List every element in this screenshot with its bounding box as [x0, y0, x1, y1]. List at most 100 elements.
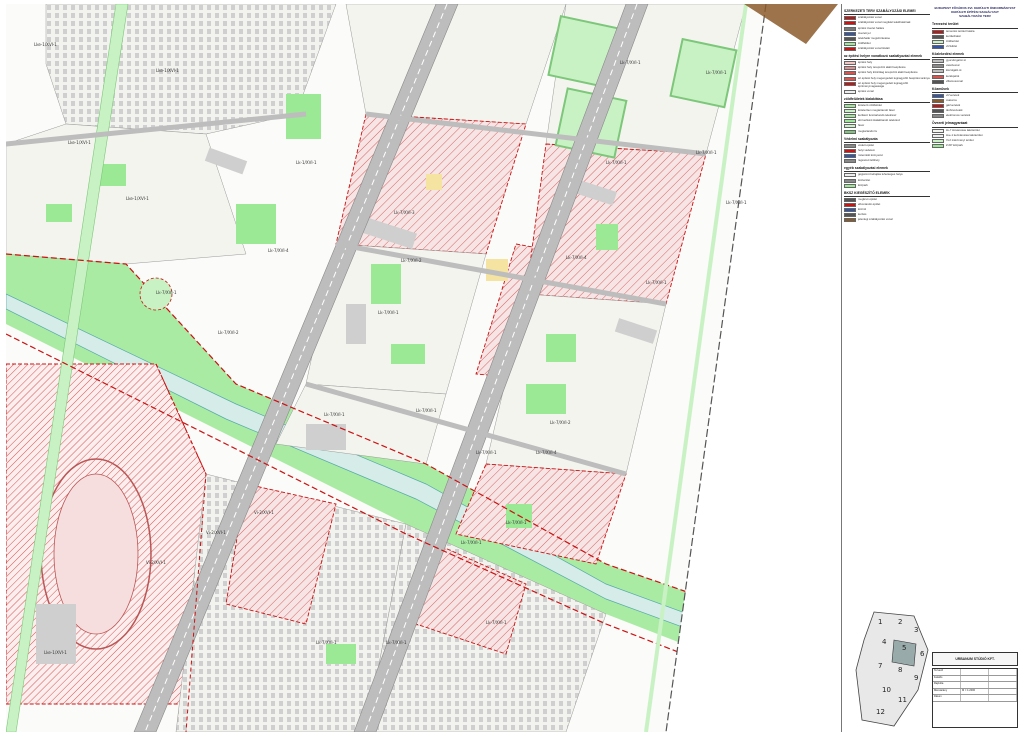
legend-label: építési hely terepszint alatti beépítésr… [858, 66, 906, 70]
legend-label: védett épület [858, 143, 875, 147]
parcel-code-label: Lk-7/XVI-1 [156, 290, 177, 295]
parcel-code-label: Lk-7/XVI-1 [506, 520, 527, 525]
stamp-cell: M = 1:2000 [961, 688, 989, 694]
legend-item: régészeti lelőhely [844, 159, 930, 164]
parcel-code-label: Lk-7/XVI-2 [401, 258, 422, 263]
legend-swatch [932, 29, 944, 34]
parcel-code-label: Vi-2/XVI-1 [206, 530, 226, 535]
legend-column-left: SZERKEZETI TERV SZABÁLYOZÁSI ELEMEI szabá… [844, 6, 930, 223]
legend-item: vasútvonal [932, 64, 1018, 69]
legend-swatch [844, 66, 856, 71]
parcel-code-label: Lk-7/XVI-4 [536, 450, 557, 455]
legend-item: vízfelület [932, 44, 1018, 49]
legend-label: vízfelület [946, 44, 958, 48]
legend-label: szabályozási vonal távlati [858, 46, 890, 50]
index-sheet-number: 7 [878, 662, 882, 670]
legend-swatch [932, 133, 944, 138]
legend-label: helyi védelem [858, 148, 876, 152]
parcel-code-label: Lk-7/XVI-1 [696, 150, 717, 155]
plan-sheet: Lke-1/XVI-1 Lke-1/XVI-1 Lk-1/XVI-1 Lk-7/XVI… [0, 0, 1024, 737]
parcel-code-label: Lk-7/XVI-1 [726, 200, 747, 205]
legend-item: közmű [844, 208, 930, 213]
legend-item: fasor [844, 124, 930, 129]
legend-label: építési hely [858, 61, 873, 65]
legend-swatch [932, 128, 944, 133]
legend-item: közpark [844, 183, 930, 188]
legend-item: meglévő épület [844, 198, 930, 202]
legend-label: fasor [858, 124, 865, 128]
legend-item: tervezési terület határa [932, 29, 1018, 34]
stamp-cell [989, 669, 1017, 675]
legend-swatch [844, 31, 856, 36]
legend-label: meglévő épület [858, 198, 877, 201]
stamp-cell [961, 675, 989, 681]
legend-label: kiszolgáló út [946, 69, 962, 73]
parcel-code-label: Lk-7/XVI-4 [268, 248, 289, 253]
legend-label: elő kertként kialakítandó telekrész [858, 119, 901, 123]
legend-item: kötelezően megtartandó fasor [844, 109, 930, 114]
stamp-cell [989, 695, 1017, 701]
legend-item: vízvezeték [932, 93, 1018, 98]
legend-swatch [844, 159, 856, 164]
index-sheet-number: 4 [882, 638, 887, 646]
legend-swatch [932, 99, 944, 104]
legend-label: gázvezeték [946, 104, 961, 108]
legend-swatch [844, 114, 856, 119]
legend-swatch [844, 208, 856, 213]
legend-label: közpark [858, 183, 868, 187]
legend-swatch [844, 21, 856, 26]
legend-item: övezeti jel [844, 31, 930, 36]
legend-item: kerékpárút [932, 74, 1018, 79]
zoning-map[interactable]: Lke-1/XVI-1 Lke-1/XVI-1 Lk-1/XVI-1 Lk-7/XVI… [6, 4, 838, 732]
legend-swatch [844, 129, 856, 134]
legend-column-right: BUDAPEST FŐVÁROS XVI. KERÜLETI ÖNKORMÁNY… [932, 6, 1018, 149]
legend-label: szabályozási vonal megfelel telekhatárna… [858, 21, 911, 25]
legend-item: villamosvonal [932, 79, 1018, 84]
legend-item: zöldterület [932, 39, 1018, 44]
company-logo: URBANUM STÚDIÓ KFT. [932, 652, 1018, 666]
stamp-cell [961, 695, 989, 701]
legend-label: gépjármű behajtás lehetséges helye [858, 173, 903, 177]
legend-swatch [844, 76, 856, 81]
legend-swatch [844, 154, 856, 159]
legend-label: vasútvonal [946, 64, 960, 68]
legend-swatch [932, 74, 944, 79]
legend-group-heading: Közlekedési elemek [932, 51, 1018, 59]
index-sheet-number: 10 [882, 686, 891, 694]
title-stamp: Tervező Felelős Rajzolta Méretarány M = 1:20… [932, 668, 1018, 728]
legend-item: telekhatár megszüntetése [844, 36, 930, 41]
legend-item: elektromos vezeték [932, 114, 1018, 119]
legend-label: kötelező zöldfelület [858, 104, 882, 108]
parcel-code-label: Lke-1/XVI-1 [34, 42, 57, 47]
legend-label: régészeti lelőhely [858, 159, 880, 163]
legend-item: gyorsforgalmi út [932, 59, 1018, 64]
legend-item: kerülethatár [932, 34, 1018, 39]
legend-swatch [844, 109, 856, 114]
parcel-code-label: Lk-7/XVI-1 [386, 640, 407, 645]
parcel-code-label: Vi-2/XVI-1 [146, 560, 166, 565]
legend-group-heading: BKSZ KIEGÉSZÍTŐ ELEMEK [844, 190, 930, 197]
legend-swatch [844, 61, 856, 66]
legend-label: Vi-2 intézményi terület [946, 138, 974, 142]
legend-item: elő kertként kialakítandó telekrész [844, 119, 930, 124]
legend-item: építési hely [844, 61, 930, 66]
legend-label: Z-KP közpark [946, 143, 963, 147]
index-sheet-number: 3 [914, 626, 918, 634]
legend-item: kötelező zöldfelület [844, 104, 930, 109]
legend-label: kertként fenntartandó telekrész [858, 114, 897, 118]
legend-group-heading: Tervezési terület [932, 21, 1018, 29]
legend-label: távhővezeték [946, 109, 963, 113]
zoning-map-canvas[interactable]: Lke-1/XVI-1 Lke-1/XVI-1 Lk-1/XVI-1 Lk-7/XVI… [6, 4, 838, 732]
parcel-code-label: Lk-7/XVI-1 [378, 310, 399, 315]
legend-right-items: Tervezési terület tervezési terület határ… [932, 21, 1018, 148]
stamp-cell: Felelős [933, 675, 961, 681]
legend-label: az építési hely megengedett legnagyobb b… [858, 76, 930, 80]
legend-group-heading: az építési helyre vonatkozó szabályozási… [844, 53, 930, 61]
legend-label: elbontandó épület [858, 203, 881, 207]
legend-item: Lk-7 kisvárosias lakóterület [932, 128, 1018, 133]
legend-swatch [932, 79, 944, 84]
stamp-cell [961, 682, 989, 688]
legend-swatch [844, 16, 856, 21]
index-map[interactable]: 1 234567 89101112 [854, 610, 930, 728]
legend-label: építési övezet határa [858, 26, 884, 30]
